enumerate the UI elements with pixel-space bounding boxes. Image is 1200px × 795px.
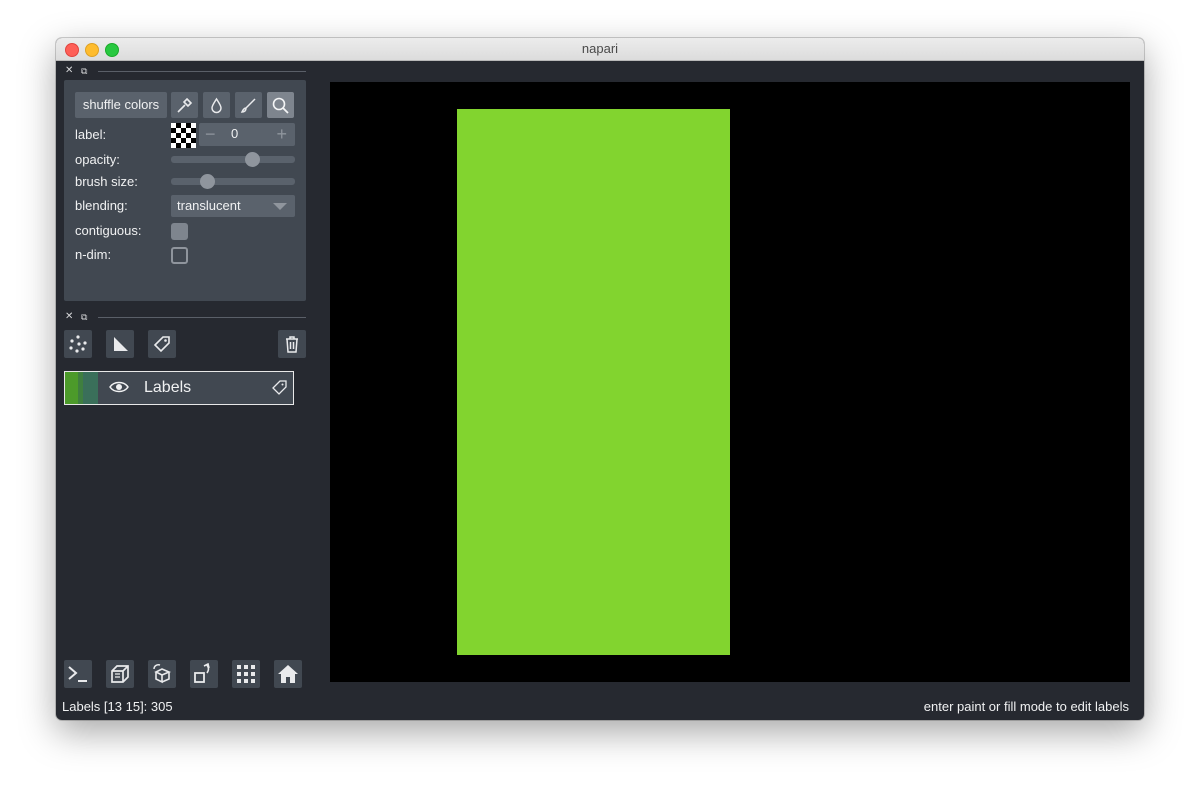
transpose-icon — [194, 663, 210, 683]
decrement-label-button[interactable]: − — [205, 124, 216, 144]
console-button[interactable] — [64, 660, 92, 688]
blending-value: translucent — [177, 198, 241, 213]
label-spinbox[interactable]: − 0 + — [199, 123, 295, 146]
layer-name[interactable]: Labels — [144, 379, 191, 397]
new-shapes-icon — [114, 337, 128, 351]
status-help-text: enter paint or fill mode to edit labels — [923, 699, 1129, 714]
chevron-down-icon — [273, 203, 287, 210]
window-title: napari — [581, 41, 619, 56]
close-dock-icon[interactable]: ✕ — [65, 65, 73, 77]
opacity-caption: opacity: — [75, 152, 120, 167]
shuffle-colors-button[interactable]: shuffle colors — [75, 92, 167, 118]
picker-mode-button[interactable] — [171, 92, 198, 118]
opacity-slider[interactable] — [171, 152, 295, 167]
contiguous-caption: contiguous: — [75, 223, 142, 238]
home-icon — [278, 665, 298, 683]
label-color-swatch — [171, 123, 196, 148]
layer-list-item[interactable]: Labels — [64, 371, 294, 405]
delete-icon — [286, 336, 298, 353]
increment-label-button[interactable]: + — [276, 123, 287, 145]
ndisplay-button[interactable] — [106, 660, 134, 688]
new-points-layer-button[interactable] — [64, 330, 92, 358]
contiguous-checkbox[interactable] — [171, 223, 188, 240]
paint-icon — [240, 98, 256, 113]
new-labels-icon — [153, 336, 170, 353]
layer-controls-panel: shuffle colors label: − 0 + opacity: bru… — [64, 80, 306, 301]
zoom-icon — [272, 97, 289, 114]
zoom-mode-button[interactable] — [267, 92, 294, 118]
viewer-canvas[interactable] — [330, 82, 1130, 682]
paint-mode-button[interactable] — [235, 92, 262, 118]
new-labels-layer-button[interactable] — [148, 330, 176, 358]
fill-icon — [211, 97, 222, 114]
roll-icon — [153, 664, 172, 684]
new-points-icon — [69, 335, 87, 353]
brush-size-slider-handle[interactable] — [200, 174, 215, 189]
label-region — [457, 109, 730, 655]
opacity-slider-handle[interactable] — [245, 152, 260, 167]
label-value: 0 — [231, 126, 239, 141]
grid-icon — [237, 665, 255, 683]
float-dock-icon[interactable]: ⧉ — [81, 65, 87, 77]
ndisplay-icon — [111, 665, 129, 683]
picker-icon — [177, 97, 193, 113]
brush-size-caption: brush size: — [75, 174, 138, 189]
fill-mode-button[interactable] — [203, 92, 230, 118]
console-icon — [68, 666, 87, 682]
brush-size-slider[interactable] — [171, 174, 295, 189]
grid-view-button[interactable] — [232, 660, 260, 688]
status-coordinates: Labels [13 15]: 305 — [62, 699, 173, 714]
layer-list-dock-header: ✕ ⧉ — [64, 311, 306, 325]
close-dock-icon[interactable]: ✕ — [65, 311, 73, 323]
dock-divider — [98, 71, 306, 72]
blending-dropdown[interactable]: translucent — [171, 195, 295, 217]
roll-dimensions-button[interactable] — [148, 660, 176, 688]
new-shapes-layer-button[interactable] — [106, 330, 134, 358]
delete-layer-button[interactable] — [278, 330, 306, 358]
blending-caption: blending: — [75, 198, 128, 213]
layer-thumbnail — [65, 372, 98, 404]
napari-window: napari ✕ ⧉ shuffle colors label: − 0 + o… — [56, 38, 1144, 720]
title-bar: napari — [56, 38, 1144, 61]
layer-controls-dock-header: ✕ ⧉ — [64, 65, 306, 79]
transpose-dimensions-button[interactable] — [190, 660, 218, 688]
labels-layer-type-icon — [272, 380, 287, 395]
visibility-eye-icon[interactable] — [109, 379, 129, 395]
reset-view-button[interactable] — [274, 660, 302, 688]
ndim-checkbox[interactable] — [171, 247, 188, 264]
ndim-caption: n-dim: — [75, 247, 112, 262]
dock-divider — [98, 317, 306, 318]
float-dock-icon[interactable]: ⧉ — [81, 311, 87, 323]
label-caption: label: — [75, 127, 107, 142]
